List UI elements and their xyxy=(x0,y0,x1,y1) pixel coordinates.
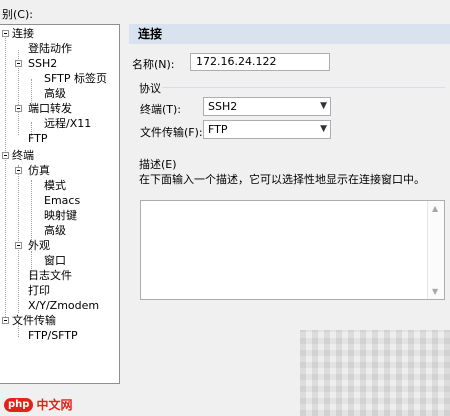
tree-item-remote-x11[interactable]: 远程/X11 xyxy=(44,117,91,131)
chevron-down-icon: ▼ xyxy=(320,124,327,134)
collapse-emulation-icon[interactable] xyxy=(15,167,22,174)
collapse-connection-icon[interactable] xyxy=(2,30,9,37)
tree-item-emulation[interactable]: 仿真 xyxy=(28,164,50,178)
watermark-logo: php xyxy=(4,397,34,412)
tree-item-ssh-advanced[interactable]: 高级 xyxy=(44,87,66,101)
description-hint: 在下面输入一个描述，它可以选择性地显示在连接窗口中。 xyxy=(139,173,425,186)
category-label: 别(C): xyxy=(2,8,33,21)
scroll-down-icon[interactable]: ▼ xyxy=(432,287,438,296)
terminal-label: 终端(T): xyxy=(140,103,182,116)
file-transfer-select[interactable]: FTP ▼ xyxy=(203,120,331,139)
tree-item-log-file[interactable]: 日志文件 xyxy=(28,269,72,283)
tree-item-window[interactable]: 窗口 xyxy=(44,254,66,268)
category-tree[interactable]: 连接 登陆动作 SSH2 SFTP 标签页 高级 端口转发 远程/X11 FTP… xyxy=(0,24,120,384)
tree-item-mapped-keys[interactable]: 映射键 xyxy=(44,209,77,223)
collapse-appearance-icon[interactable] xyxy=(15,242,22,249)
description-scrollbar[interactable]: ▲ ▼ xyxy=(427,201,444,299)
chevron-down-icon: ▼ xyxy=(320,101,327,111)
description-textarea[interactable]: ▲ ▼ xyxy=(140,200,445,300)
tree-item-appearance[interactable]: 外观 xyxy=(28,239,50,253)
tree-item-emulation-advanced[interactable]: 高级 xyxy=(44,224,66,238)
tree-item-login-actions[interactable]: 登陆动作 xyxy=(28,42,72,56)
terminal-select-value: SSH2 xyxy=(208,100,238,113)
collapse-terminal-icon[interactable] xyxy=(2,152,9,159)
watermark: php 中文网 xyxy=(4,396,72,413)
tree-line xyxy=(18,165,19,313)
collapse-file-transfer-icon[interactable] xyxy=(2,317,9,324)
tree-item-emacs[interactable]: Emacs xyxy=(44,194,80,208)
tree-item-port-forwarding[interactable]: 端口转发 xyxy=(28,102,72,116)
description-label: 描述(E) xyxy=(139,158,177,171)
panel-title: 连接 xyxy=(129,24,450,44)
tree-item-sftp-tab[interactable]: SFTP 标签页 xyxy=(44,72,107,86)
collapse-ssh2-icon[interactable] xyxy=(15,60,22,67)
tree-item-file-transfer[interactable]: 文件传输 xyxy=(12,314,56,328)
tree-item-modes[interactable]: 模式 xyxy=(44,179,66,193)
watermark-text: 中文网 xyxy=(36,398,73,412)
file-transfer-label: 文件传输(F): xyxy=(140,126,203,139)
protocol-group-label: 协议 xyxy=(139,82,161,95)
tree-item-ftp[interactable]: FTP xyxy=(28,132,48,146)
name-field[interactable]: 172.16.24.122 xyxy=(190,53,330,71)
tree-item-ftp-sftp[interactable]: FTP/SFTP xyxy=(28,329,78,343)
terminal-select[interactable]: SSH2 ▼ xyxy=(203,97,331,116)
protocol-group-divider xyxy=(162,87,445,88)
collapse-port-forwarding-icon[interactable] xyxy=(15,105,22,112)
tree-item-connection[interactable]: 连接 xyxy=(12,27,34,41)
tree-item-xyzmodem[interactable]: X/Y/Zmodem xyxy=(28,299,99,313)
scroll-up-icon[interactable]: ▲ xyxy=(432,204,438,213)
tree-item-terminal[interactable]: 终端 xyxy=(12,149,34,163)
tree-item-ssh2[interactable]: SSH2 xyxy=(28,57,57,71)
tree-line xyxy=(5,33,6,323)
name-label: 名称(N): xyxy=(132,58,175,71)
tree-item-printing[interactable]: 打印 xyxy=(28,284,50,298)
blurred-region xyxy=(300,330,450,416)
file-transfer-select-value: FTP xyxy=(208,123,228,136)
